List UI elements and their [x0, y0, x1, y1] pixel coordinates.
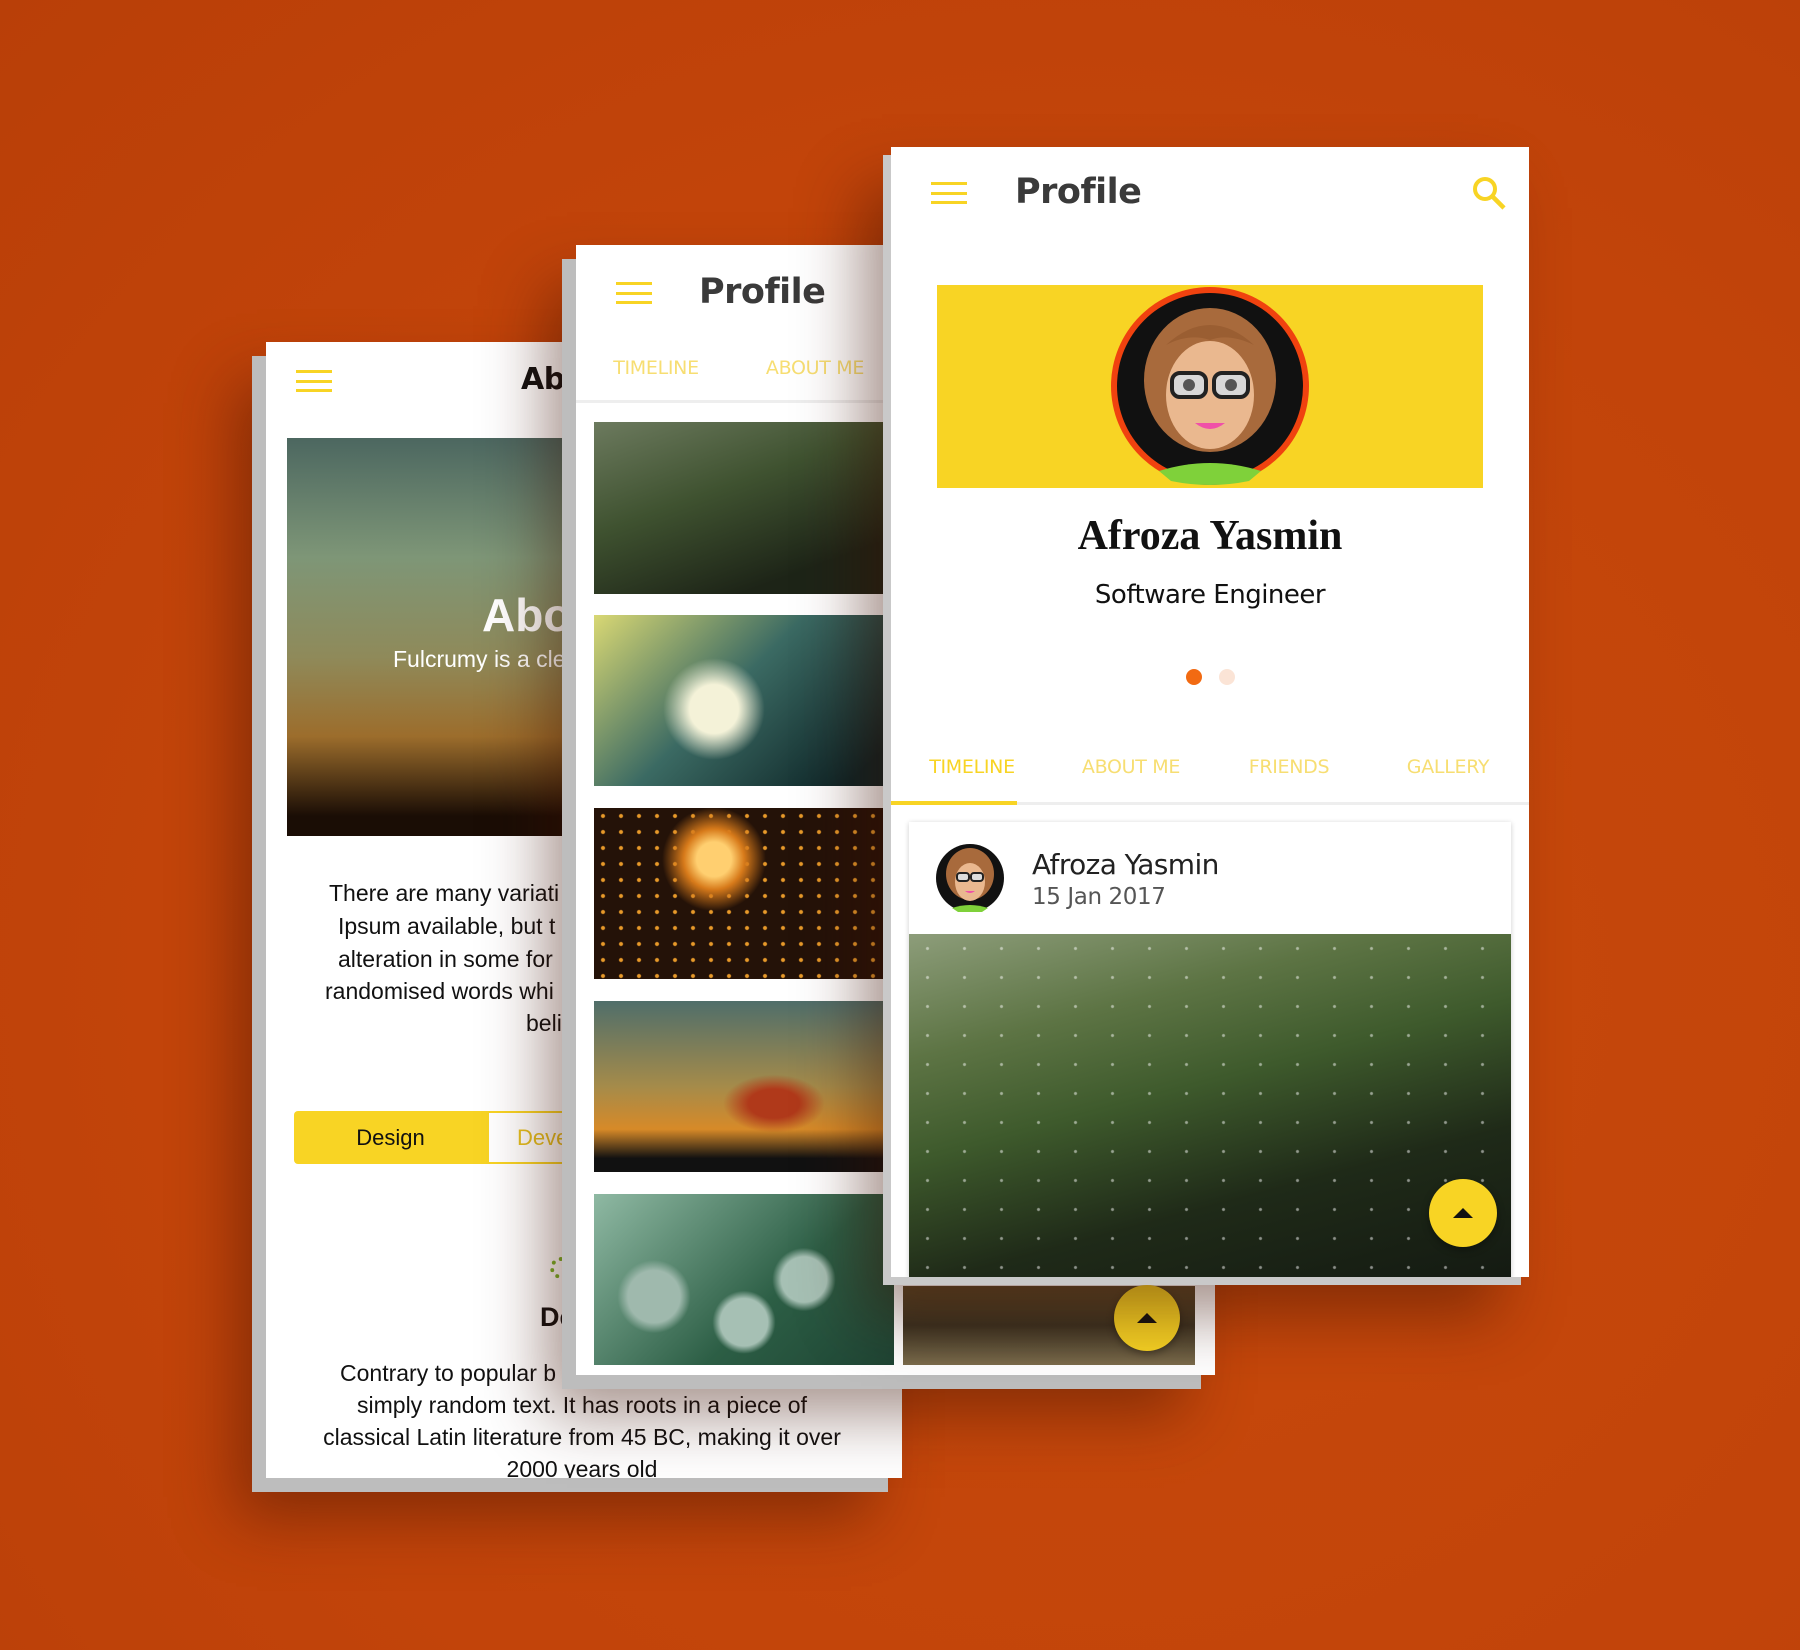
section-title: De	[540, 1302, 575, 1332]
paragraph-line: There are many variati	[329, 880, 560, 906]
menu-icon[interactable]	[931, 182, 967, 204]
tab-about-me[interactable]: ABOUT ME	[1082, 756, 1181, 778]
segment-design[interactable]: Design	[294, 1111, 487, 1164]
avatar[interactable]	[1109, 285, 1311, 487]
paragraph-line: 2000 years old	[506, 1456, 658, 1478]
paragraph-line: simply random text. It has roots in a pi…	[357, 1392, 807, 1418]
post-card: Afroza Yasmin 15 Jan 2017	[909, 822, 1511, 1277]
carousel-dot-active[interactable]	[1186, 669, 1202, 685]
menu-icon[interactable]	[616, 282, 652, 304]
post-date: 15 Jan 2017	[1032, 884, 1166, 910]
gallery-image-dancer[interactable]	[594, 1001, 894, 1172]
design-icon	[550, 1257, 572, 1279]
profile-screen: Profile Afroza Yasmin Software Engineer …	[891, 147, 1529, 1277]
tab-timeline[interactable]: TIMELINE	[613, 357, 699, 379]
tab-indicator	[891, 801, 1017, 805]
search-icon[interactable]	[1471, 175, 1507, 211]
paragraph-line: Contrary to popular b	[340, 1360, 557, 1386]
paragraph-line: beli	[526, 1010, 562, 1036]
gallery-image-bulbs[interactable]	[594, 1194, 894, 1365]
gallery-image-daisy[interactable]	[594, 615, 894, 786]
profile-name: Afroza Yasmin	[1077, 513, 1343, 559]
post-author: Afroza Yasmin	[1032, 848, 1219, 881]
paragraph-line: Ipsum available, but t	[338, 913, 556, 939]
tab-timeline[interactable]: TIMELINE	[929, 756, 1015, 778]
post-author-avatar[interactable]	[936, 844, 1004, 912]
carousel-dot[interactable]	[1219, 669, 1235, 685]
tab-friends[interactable]: FRIENDS	[1249, 756, 1330, 778]
tab-gallery[interactable]: GALLERY	[1407, 756, 1490, 778]
hero-subtitle: Fulcrumy is a cle	[393, 646, 566, 672]
scroll-top-button[interactable]	[1429, 1179, 1497, 1247]
post-image[interactable]	[909, 934, 1511, 1277]
paragraph-line: alteration in some for	[338, 946, 553, 972]
page-title: Profile	[699, 272, 826, 312]
hero-title: Abo	[482, 589, 572, 641]
paragraph-line: randomised words whi	[325, 978, 554, 1004]
profile-role: Software Engineer	[1094, 580, 1326, 610]
gallery-image-lanterns[interactable]	[594, 808, 894, 979]
menu-icon[interactable]	[296, 370, 332, 392]
gallery-image-palm[interactable]	[594, 422, 894, 594]
paragraph-line: classical Latin literature from 45 BC, m…	[323, 1424, 841, 1450]
page-title: Profile	[1015, 172, 1142, 212]
tab-about-me[interactable]: ABOUT ME	[766, 357, 865, 379]
scroll-top-button[interactable]	[1114, 1285, 1180, 1351]
